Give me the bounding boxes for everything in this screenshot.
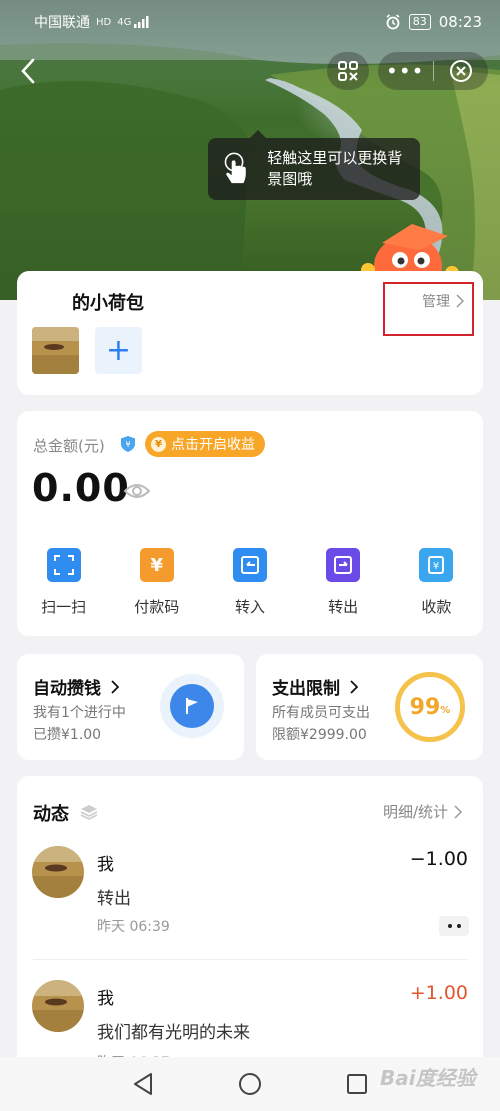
svg-text:¥: ¥	[433, 561, 439, 572]
chevron-left-icon	[21, 58, 35, 84]
activity-item[interactable]: 我 转出 昨天 06:39 −1.00	[17, 846, 483, 966]
activity-amount: −1.00	[409, 848, 468, 870]
detail-stats-link[interactable]: 明细/统计	[383, 801, 463, 822]
shield-icon: ¥	[121, 436, 135, 452]
auto-save-title-text: 自动攒钱	[33, 679, 101, 699]
limit-score-ring: 99 %	[395, 672, 465, 742]
total-amount-label: 总金额(元)	[33, 437, 105, 455]
activity-card: 动态 明细/统计 我 转出 昨天 06:39 −1.00 我 我们都有光明的未来…	[17, 776, 483, 1076]
svg-text:¥: ¥	[125, 440, 130, 449]
avatar	[32, 980, 84, 1032]
transfer-out-icon	[326, 548, 361, 582]
wallet-title: 的小荷包	[72, 293, 144, 314]
chevron-right-icon	[454, 804, 463, 819]
clock: 08:23	[438, 13, 482, 31]
enable-earnings-button[interactable]: ¥ 点击开启收益	[145, 431, 265, 457]
receive-icon: ¥	[419, 548, 454, 582]
watermark: Bai度经验	[380, 1066, 476, 1090]
alarm-icon	[386, 14, 400, 30]
tooltip-text: 轻触这里可以更换背景图哦	[267, 149, 403, 188]
yuan-code-icon: ¥	[139, 548, 174, 582]
carrier-name: 中国联通	[34, 15, 90, 31]
auto-save-amount: 已攒¥1.00	[33, 727, 102, 743]
member-avatar[interactable]	[32, 327, 79, 374]
auto-save-card[interactable]: 自动攒钱 我有1个进行中 已攒¥1.00	[17, 654, 244, 760]
close-button[interactable]	[433, 59, 488, 83]
auto-save-status: 我有1个进行中	[33, 705, 126, 721]
scan-qr-button[interactable]	[327, 52, 369, 90]
chevron-right-icon	[111, 680, 120, 694]
coin-icon: ¥	[151, 436, 166, 452]
limit-score: 99	[409, 694, 441, 720]
battery-level: 83	[408, 14, 431, 30]
signal-icon	[134, 16, 149, 28]
action-row: 扫一扫 ¥ 付款码 转入 转出 ¥ 收款	[17, 548, 483, 617]
mini-program-capsule: •••	[378, 52, 488, 90]
action-label: 转入	[234, 598, 265, 616]
layers-icon	[80, 805, 98, 820]
action-label: 转出	[328, 598, 359, 616]
activity-user: 我	[97, 989, 114, 1009]
action-label: 收款	[421, 598, 452, 616]
avatar	[32, 846, 84, 898]
balance-amount: 0.00	[32, 466, 130, 510]
divider	[33, 959, 467, 960]
spend-limit-card[interactable]: 支出限制 所有成员可支出 限额¥2999.00 99 %	[256, 654, 483, 760]
qr-scan-icon	[338, 61, 358, 81]
action-scan[interactable]: 扫一扫	[17, 548, 110, 617]
spend-limit-scope: 所有成员可支出	[272, 705, 370, 721]
transfer-in-icon	[232, 548, 267, 582]
highlight-annotation-box	[383, 282, 474, 336]
back-button[interactable]	[18, 56, 48, 86]
tap-hand-icon	[224, 152, 246, 184]
chevron-right-icon	[350, 680, 359, 694]
scan-icon	[46, 548, 81, 582]
action-label: 扫一扫	[41, 598, 87, 616]
activity-amount: +1.00	[409, 982, 468, 1004]
spend-limit-amount: 限额¥2999.00	[272, 727, 367, 743]
flag-icon	[170, 684, 214, 728]
close-circle-icon	[449, 60, 472, 82]
balance-card: 总金额(元) ¥ ¥ 点击开启收益 0.00 扫一扫 ¥ 付款码 转入 转出 ¥…	[17, 411, 483, 636]
activity-time: 昨天 06:39	[97, 919, 170, 935]
action-pay-code[interactable]: ¥ 付款码	[110, 548, 203, 617]
change-background-tooltip[interactable]: 轻触这里可以更换背景图哦	[208, 130, 420, 200]
hd-indicator: HD	[96, 16, 112, 28]
activity-user: 我	[97, 855, 114, 875]
status-bar: 中国联通 HD 4G 83 08:23	[0, 0, 500, 44]
detail-stats-label: 明细/统计	[383, 803, 449, 821]
eye-icon[interactable]	[123, 481, 151, 501]
action-transfer-out[interactable]: 转出	[297, 548, 390, 617]
member-photo	[32, 327, 79, 374]
auto-save-title: 自动攒钱	[33, 674, 120, 699]
nav-home-icon[interactable]	[238, 1072, 262, 1096]
activity-title: 动态	[33, 804, 69, 825]
limit-score-unit: %	[440, 704, 451, 716]
add-member-button[interactable]: +	[95, 327, 142, 374]
flag-badge	[160, 674, 224, 738]
spend-limit-title: 支出限制	[272, 674, 359, 699]
nav-back-icon[interactable]	[132, 1072, 154, 1096]
spend-limit-title-text: 支出限制	[272, 679, 340, 699]
activity-description: 转出	[97, 889, 131, 909]
earn-badge-label: 点击开启收益	[171, 437, 255, 453]
activity-description: 我们都有光明的未来	[97, 1023, 250, 1043]
network-type: 4G	[117, 16, 132, 28]
action-receive[interactable]: ¥ 收款	[390, 548, 483, 617]
more-menu-button[interactable]: •••	[378, 59, 433, 83]
action-transfer-in[interactable]: 转入	[203, 548, 296, 617]
more-options-button[interactable]	[439, 916, 469, 936]
action-label: 付款码	[134, 598, 180, 616]
nav-recents-icon[interactable]	[346, 1073, 368, 1095]
